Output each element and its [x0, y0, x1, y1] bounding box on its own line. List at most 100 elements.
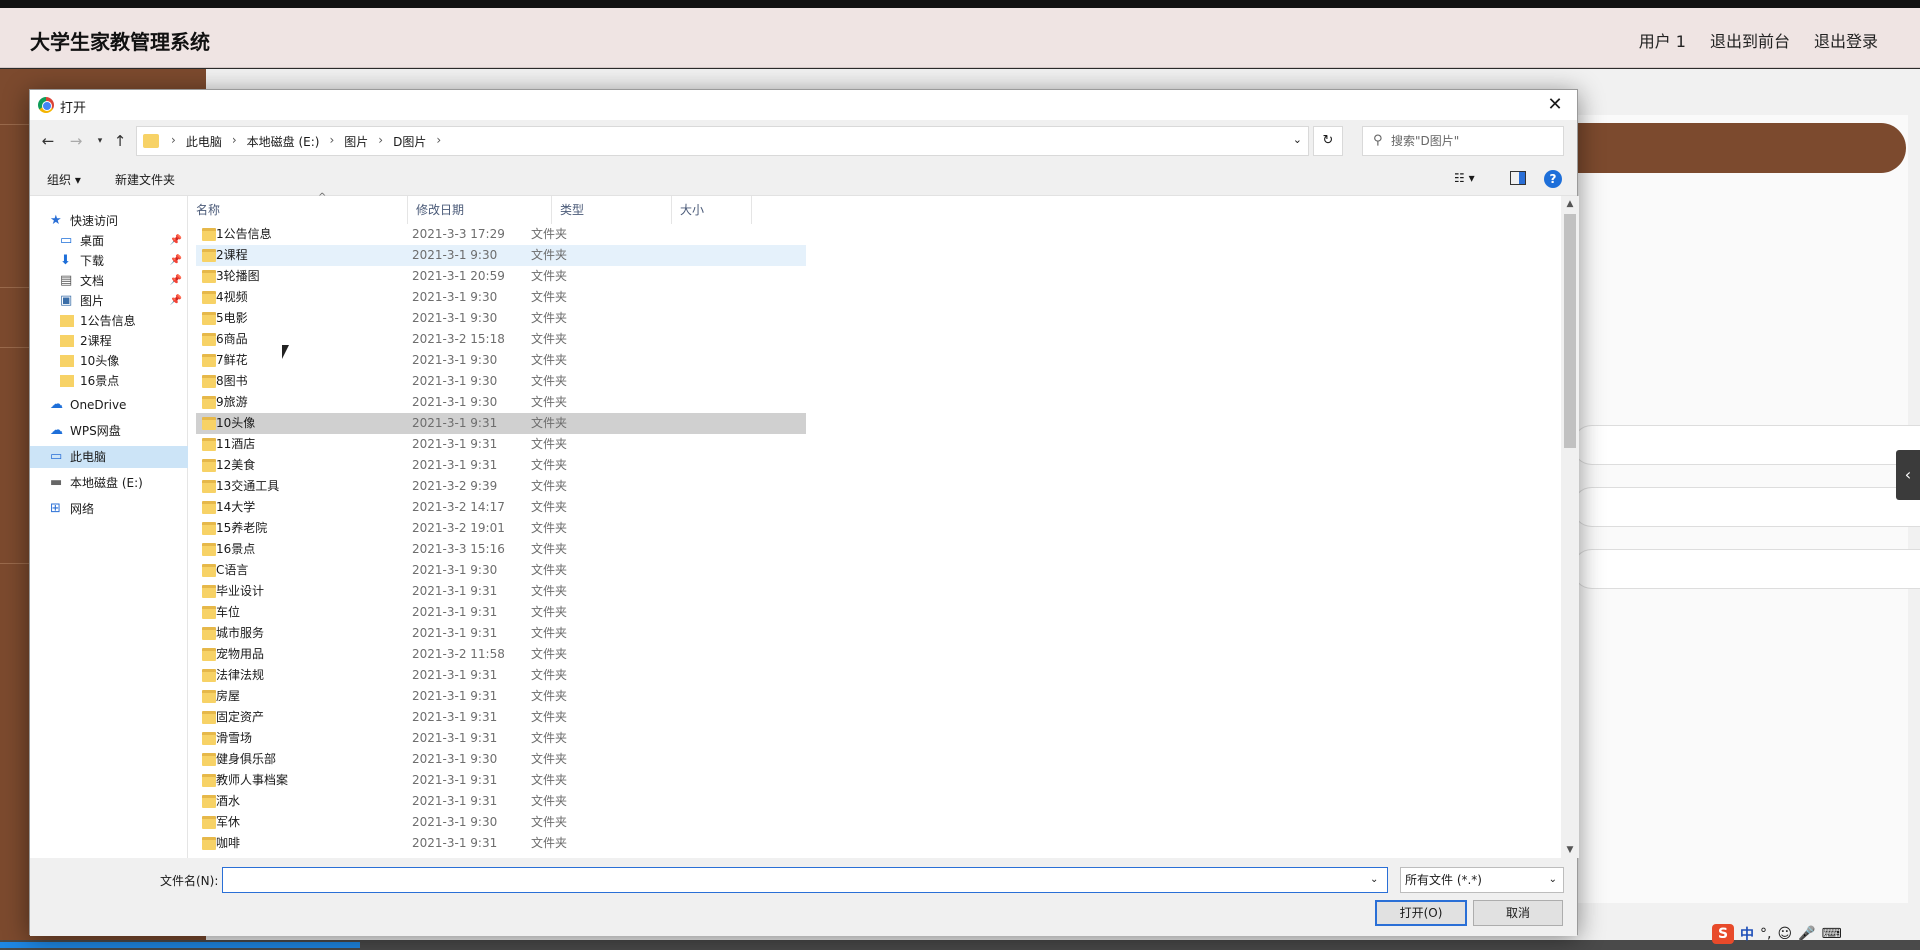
file-row[interactable]: 酒水 2021-3-1 9:31 文件夹 [196, 791, 806, 812]
file-name: 宠物用品 [216, 647, 265, 661]
scroll-thumb[interactable] [1564, 214, 1576, 448]
chevron-down-icon[interactable]: ⌄ [1293, 133, 1302, 146]
emoji-icon[interactable]: ☺ [1777, 926, 1792, 942]
refresh-icon[interactable]: ↻ [1313, 126, 1343, 156]
file-row[interactable]: 13交通工具 2021-3-2 9:39 文件夹 [196, 476, 806, 497]
punctuation-icon[interactable]: °, [1760, 926, 1771, 942]
file-type-filter[interactable]: 所有文件 (*.*) ⌄ [1400, 867, 1564, 893]
sogou-ime-icon[interactable]: S [1712, 924, 1734, 944]
column-size[interactable]: 大小 [672, 196, 752, 224]
nav-item[interactable]: ▭ 桌面 📌 [30, 230, 188, 252]
nav-user[interactable]: 用户 1 [1639, 28, 1686, 52]
column-type[interactable]: 类型 [552, 196, 672, 224]
file-type: 文件夹 [531, 689, 568, 703]
file-row[interactable]: 3轮播图 2021-3-1 20:59 文件夹 [196, 266, 806, 287]
scrollbar[interactable]: ▲ ▼ [1561, 196, 1579, 858]
search-input[interactable] [1391, 129, 1559, 153]
keyboard-icon[interactable]: ⌨ [1822, 926, 1842, 942]
forward-arrow-icon[interactable]: → [66, 131, 86, 151]
nav-item[interactable]: ⬇ 下载 📌 [30, 250, 188, 272]
up-arrow-icon[interactable]: ↑ [110, 131, 130, 151]
file-row[interactable]: 教师人事档案 2021-3-1 9:31 文件夹 [196, 770, 806, 791]
file-row[interactable]: 宠物用品 2021-3-2 11:58 文件夹 [196, 644, 806, 665]
breadcrumb-drive-e[interactable]: 本地磁盘 (E:) [241, 133, 326, 150]
file-row[interactable]: 16景点 2021-3-3 15:16 文件夹 [196, 539, 806, 560]
nav-item[interactable]: ☁ WPS网盘 [30, 420, 188, 442]
file-row[interactable]: 滑雪场 2021-3-1 9:31 文件夹 [196, 728, 806, 749]
file-row[interactable]: 9旅游 2021-3-1 9:30 文件夹 [196, 392, 806, 413]
search-box[interactable]: ⚲ [1362, 126, 1564, 156]
column-date[interactable]: 修改日期 [408, 196, 552, 224]
view-options-icon[interactable]: ☷ ▾ [1454, 171, 1475, 185]
folder-icon [202, 417, 216, 430]
file-row[interactable]: 5电影 2021-3-1 9:30 文件夹 [196, 308, 806, 329]
file-row[interactable]: 城市服务 2021-3-1 9:31 文件夹 [196, 623, 806, 644]
file-row[interactable]: 11酒店 2021-3-1 9:31 文件夹 [196, 434, 806, 455]
breadcrumb-this-pc[interactable]: 此电脑 [180, 133, 228, 150]
file-row[interactable]: 1公告信息 2021-3-3 17:29 文件夹 [196, 224, 806, 245]
filename-input[interactable] [222, 867, 1388, 893]
dialog-title-bar[interactable]: 打开 ✕ [30, 90, 1577, 120]
file-type: 文件夹 [531, 542, 568, 556]
file-row[interactable]: 咖啡 2021-3-1 9:31 文件夹 [196, 833, 806, 854]
nav-item-label: WPS网盘 [70, 424, 121, 438]
file-type: 文件夹 [531, 416, 568, 430]
cancel-button[interactable]: 取消 [1473, 900, 1563, 926]
folder-icon [202, 249, 216, 262]
nav-back-to-front[interactable]: 退出到前台 [1710, 28, 1790, 52]
scroll-up-icon[interactable]: ▲ [1561, 196, 1579, 212]
file-row[interactable]: 8图书 2021-3-1 9:30 文件夹 [196, 371, 806, 392]
nav-item[interactable]: ▬ 本地磁盘 (E:) [30, 472, 188, 494]
file-type: 文件夹 [531, 794, 568, 808]
system-tray: S 中 °, ☺ 🎤 ⌨ [1712, 922, 1920, 946]
app-nav: 用户 1 退出到前台 退出登录 [1639, 28, 1878, 52]
form-input-2[interactable] [1572, 487, 1920, 527]
mic-icon[interactable]: 🎤 [1798, 926, 1815, 942]
ime-mode[interactable]: 中 [1740, 924, 1754, 944]
help-icon[interactable]: ? [1544, 170, 1562, 188]
breadcrumb-d-pictures[interactable]: D图片 [387, 133, 432, 150]
nav-item[interactable]: ▭ 此电脑 [30, 446, 188, 468]
nav-item[interactable]: ★ 快速访问 [30, 210, 188, 232]
recent-dropdown-icon[interactable]: ▾ [90, 131, 110, 151]
form-input-1[interactable] [1572, 425, 1920, 465]
nav-item[interactable]: ⊞ 网络 [30, 498, 188, 520]
column-name[interactable]: 名称 [188, 196, 408, 224]
address-bar[interactable]: › 此电脑 › 本地磁盘 (E:) › 图片 › D图片 › ⌄ [136, 126, 1309, 156]
close-icon[interactable]: ✕ [1533, 90, 1577, 120]
organize-button[interactable]: 组织 ▾ [47, 171, 81, 188]
chevron-down-icon[interactable]: ⌄ [1370, 874, 1378, 885]
file-row[interactable]: 15养老院 2021-3-2 19:01 文件夹 [196, 518, 806, 539]
open-button[interactable]: 打开(O) [1375, 900, 1467, 926]
file-row[interactable]: 军休 2021-3-1 9:30 文件夹 [196, 812, 806, 833]
back-arrow-icon[interactable]: ← [38, 131, 58, 151]
nav-item[interactable]: 2课程 [30, 330, 188, 352]
new-folder-button[interactable]: 新建文件夹 [115, 171, 175, 188]
file-row[interactable]: 车位 2021-3-1 9:31 文件夹 [196, 602, 806, 623]
preview-pane-icon[interactable] [1510, 171, 1526, 185]
nav-item[interactable]: 16景点 [30, 370, 188, 392]
nav-item[interactable]: ▤ 文档 📌 [30, 270, 188, 292]
file-name: 滑雪场 [216, 731, 253, 745]
file-row[interactable]: 4视频 2021-3-1 9:30 文件夹 [196, 287, 806, 308]
file-row[interactable]: 房屋 2021-3-1 9:31 文件夹 [196, 686, 806, 707]
file-row[interactable]: 10头像 2021-3-1 9:31 文件夹 [196, 413, 806, 434]
collapse-toggle-icon[interactable]: ‹ [1896, 450, 1920, 500]
file-row[interactable]: 固定资产 2021-3-1 9:31 文件夹 [196, 707, 806, 728]
nav-item[interactable]: ▣ 图片 📌 [30, 290, 188, 312]
scroll-down-icon[interactable]: ▼ [1561, 842, 1579, 858]
file-row[interactable]: 2课程 2021-3-1 9:30 文件夹 [196, 245, 806, 266]
nav-logout[interactable]: 退出登录 [1814, 28, 1878, 52]
file-type: 文件夹 [531, 374, 568, 388]
breadcrumb-pictures[interactable]: 图片 [338, 133, 374, 150]
form-input-3[interactable] [1572, 549, 1920, 589]
nav-item[interactable]: 10头像 [30, 350, 188, 372]
nav-item[interactable]: 1公告信息 [30, 310, 188, 332]
file-row[interactable]: 14大学 2021-3-2 14:17 文件夹 [196, 497, 806, 518]
file-row[interactable]: 12美食 2021-3-1 9:31 文件夹 [196, 455, 806, 476]
file-row[interactable]: 毕业设计 2021-3-1 9:31 文件夹 [196, 581, 806, 602]
nav-item[interactable]: ☁ OneDrive [30, 394, 188, 416]
file-row[interactable]: 法律法规 2021-3-1 9:31 文件夹 [196, 665, 806, 686]
file-row[interactable]: C语言 2021-3-1 9:30 文件夹 [196, 560, 806, 581]
file-row[interactable]: 健身俱乐部 2021-3-1 9:30 文件夹 [196, 749, 806, 770]
